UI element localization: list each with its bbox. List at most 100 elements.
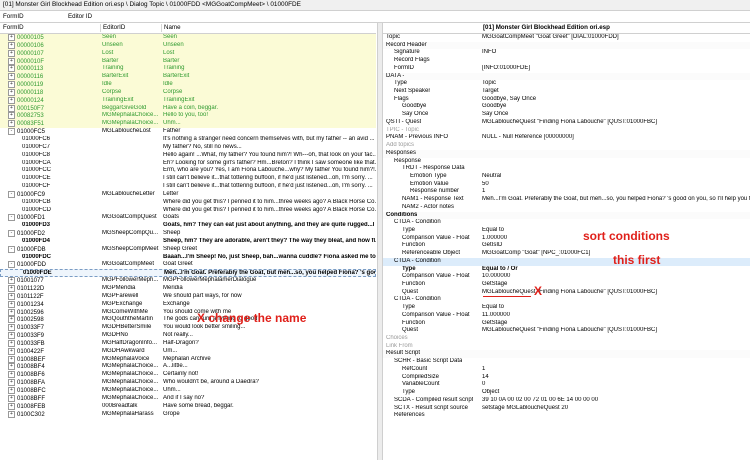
record-field-value[interactable]: Goodbye, Say Once [482,96,750,104]
record-field-value[interactable]: 14 [482,374,750,382]
record-field-row[interactable]: SCHR - Basic Script Data [383,358,750,366]
tree-row[interactable]: -01000FD2 MGSheepCompQu... Sheep [0,230,376,238]
record-field-value[interactable]: Goodbye [482,103,750,111]
expand-icon[interactable]: + [8,96,15,104]
record-field-row[interactable]: Next Speaker Target [383,88,750,96]
record-field-row[interactable]: Record Flags [383,57,750,65]
expand-icon[interactable]: + [8,120,15,128]
expand-icon[interactable]: + [8,347,15,355]
collapse-icon[interactable]: - [8,190,15,198]
tree-row[interactable]: 01000FCD Where did you get this? I penned… [0,207,376,215]
record-field-row[interactable]: Flags Goodbye, Say Once [383,96,750,104]
tree-row[interactable]: 01000FCC Erm, who are you? Yes, I am Fion… [0,167,376,175]
record-field-row[interactable]: CTDA - Condition [383,296,750,304]
record-field-row[interactable]: Response [383,158,750,166]
record-field-value[interactable]: MGLabloucheQuest "Finding Fiona Labouche… [482,327,750,335]
record-field-row[interactable]: Conditions [383,211,750,220]
record-field-row[interactable]: TRDT - Response Data [383,165,750,173]
expand-icon[interactable]: + [8,355,15,363]
record-field-row[interactable]: FormID [INFO:01000FDE] [383,65,750,73]
tree-row[interactable]: +010033FB MGHalfDragonInfo... Half-Dragon? [0,339,376,348]
expand-icon[interactable]: + [8,386,15,394]
record-field-value[interactable]: INFO [482,49,750,57]
record-field-row[interactable]: References [383,412,750,420]
record-field-row[interactable]: Response number 1 [383,188,750,196]
record-field-value[interactable]: Object [482,389,750,397]
record-field-value[interactable]: setstage MGLabloucheQuest 20 [482,405,750,413]
col-name-header[interactable]: Name [164,23,181,33]
tree-row[interactable]: -01000FD1 MGGoatCompQuest Goats [0,214,376,222]
record-field-row[interactable]: Type Topic [383,80,750,88]
record-field-row[interactable]: NAM2 - Actor notes [383,204,750,212]
tree-row[interactable]: +00083F51 MGMephalaChoice... Uhm... [0,120,376,129]
record-field-value[interactable]: 50 [482,181,750,189]
tree-row[interactable]: +01008BF6 MGMephalaChoice... Certainly not… [0,371,376,379]
expand-icon[interactable]: + [8,410,15,418]
record-field-row[interactable]: Quest MGLabloucheQuest "Finding Fiona Lab… [383,289,750,297]
expand-icon[interactable]: + [8,49,15,57]
expand-icon[interactable]: + [8,324,15,332]
record-field-row[interactable]: DATA - [383,72,750,81]
record-field-row[interactable]: Responses [383,149,750,158]
tree-row[interactable]: +0000010F Barter Barter [0,57,376,66]
expand-icon[interactable]: + [8,65,15,73]
expand-icon[interactable]: + [8,88,15,96]
tree-row[interactable]: +01002598 MGQouththeMartin The gods can tu… [0,316,376,324]
expand-icon[interactable]: + [8,379,15,387]
tree-row[interactable]: +00000124 TrainingExit TrainingExit [0,96,376,105]
tree-row[interactable]: +00000113 Training Training [0,65,376,74]
record-field-value[interactable]: [INFO:01000FDE] [482,65,750,73]
expand-icon[interactable]: + [8,277,15,285]
record-field-value[interactable]: Topic [482,80,750,88]
tree-row[interactable]: 01000FCB Where did you get this? I penned… [0,199,376,207]
tree-row[interactable]: -01000FC9 MGLabloucheLetter Letter [0,190,376,199]
record-field-row[interactable]: QSTI - Quest MGLabloucheQuest "Finding Fi… [383,119,750,127]
tree-row[interactable]: +00082753 MGMephalaChoice... Hello to you,… [0,112,376,121]
record-field-row[interactable]: Type Equal to [383,227,750,235]
expand-icon[interactable]: + [8,308,15,316]
tree-row[interactable]: +01008BFA MGMephalaChoice... Who wouldn't … [0,379,376,387]
col-editorid-header[interactable]: EditorID [103,23,125,33]
expand-icon[interactable]: + [8,104,15,112]
record-field-value[interactable]: GetStage [482,281,750,289]
expand-icon[interactable]: + [8,371,15,379]
collapse-icon[interactable]: - [8,128,15,136]
tree-row[interactable]: +01001077 MGPFollowerMeph... MGPFollowerMe… [0,277,376,285]
tree-row[interactable]: +000150F7 BeggarGiveGold Have a coin, begg… [0,104,376,113]
record-field-row[interactable]: VariableCount 0 [383,381,750,389]
tree-row[interactable]: 01000FCF I still can't believe it...that … [0,183,376,191]
record-field-row[interactable]: Type Equal to [383,304,750,312]
expand-icon[interactable]: + [8,41,15,49]
col-formid-header[interactable]: FormID [3,23,24,33]
record-field-row[interactable]: Record Header [383,41,750,50]
expand-icon[interactable]: + [8,316,15,324]
collapse-icon[interactable]: - [8,230,15,238]
record-field-value[interactable]: Target [482,88,750,96]
record-field-row[interactable]: CompiledSize 14 [383,374,750,382]
record-field-row[interactable]: RefCount 1 [383,366,750,374]
tree-row[interactable]: 01000FDE Meh...I'm Goat. Preferably the G… [0,269,376,278]
tree-row[interactable]: +01002596 MGComeWithMe You should come wit… [0,308,376,317]
record-field-row[interactable]: Emotion Value 50 [383,181,750,189]
expand-icon[interactable]: + [8,292,15,300]
record-field-value[interactable]: GetStage [482,320,750,328]
record-field-row[interactable]: Type Object [383,389,750,397]
tree-row[interactable]: +0101122D MGPMeridia Meridia [0,285,376,293]
tree-row[interactable]: +010033F7 MGDHBetterSmile You would look b… [0,324,376,332]
expand-icon[interactable]: + [8,402,15,410]
record-field-row[interactable]: Referenceable Object MGGoatComp "Goat" [N… [383,250,750,258]
collapse-icon[interactable]: - [8,261,15,269]
expand-icon[interactable]: + [8,73,15,81]
tree-row[interactable]: 01000FCA Eh? Looking for some girl's fath… [0,160,376,168]
record-field-value[interactable]: Neutral [482,173,750,181]
record-field-row[interactable]: Signature INFO [383,49,750,57]
expand-icon[interactable]: + [8,57,15,65]
tree-row[interactable]: 01000FC8 Hello again! ...What, my father?… [0,152,376,160]
tree-row[interactable]: -01000FDB MGSheepCompMeet Sheep Greet [0,245,376,254]
expand-icon[interactable]: + [8,332,15,340]
record-field-row[interactable]: Add topics [383,142,750,150]
tree-row[interactable]: +00000116 BarterExit BarterExit [0,73,376,82]
tree-row[interactable]: +0100422F MGDHAwkward Um... [0,347,376,356]
record-field-value[interactable]: GetIsID [482,242,750,250]
expand-icon[interactable]: + [8,34,15,41]
